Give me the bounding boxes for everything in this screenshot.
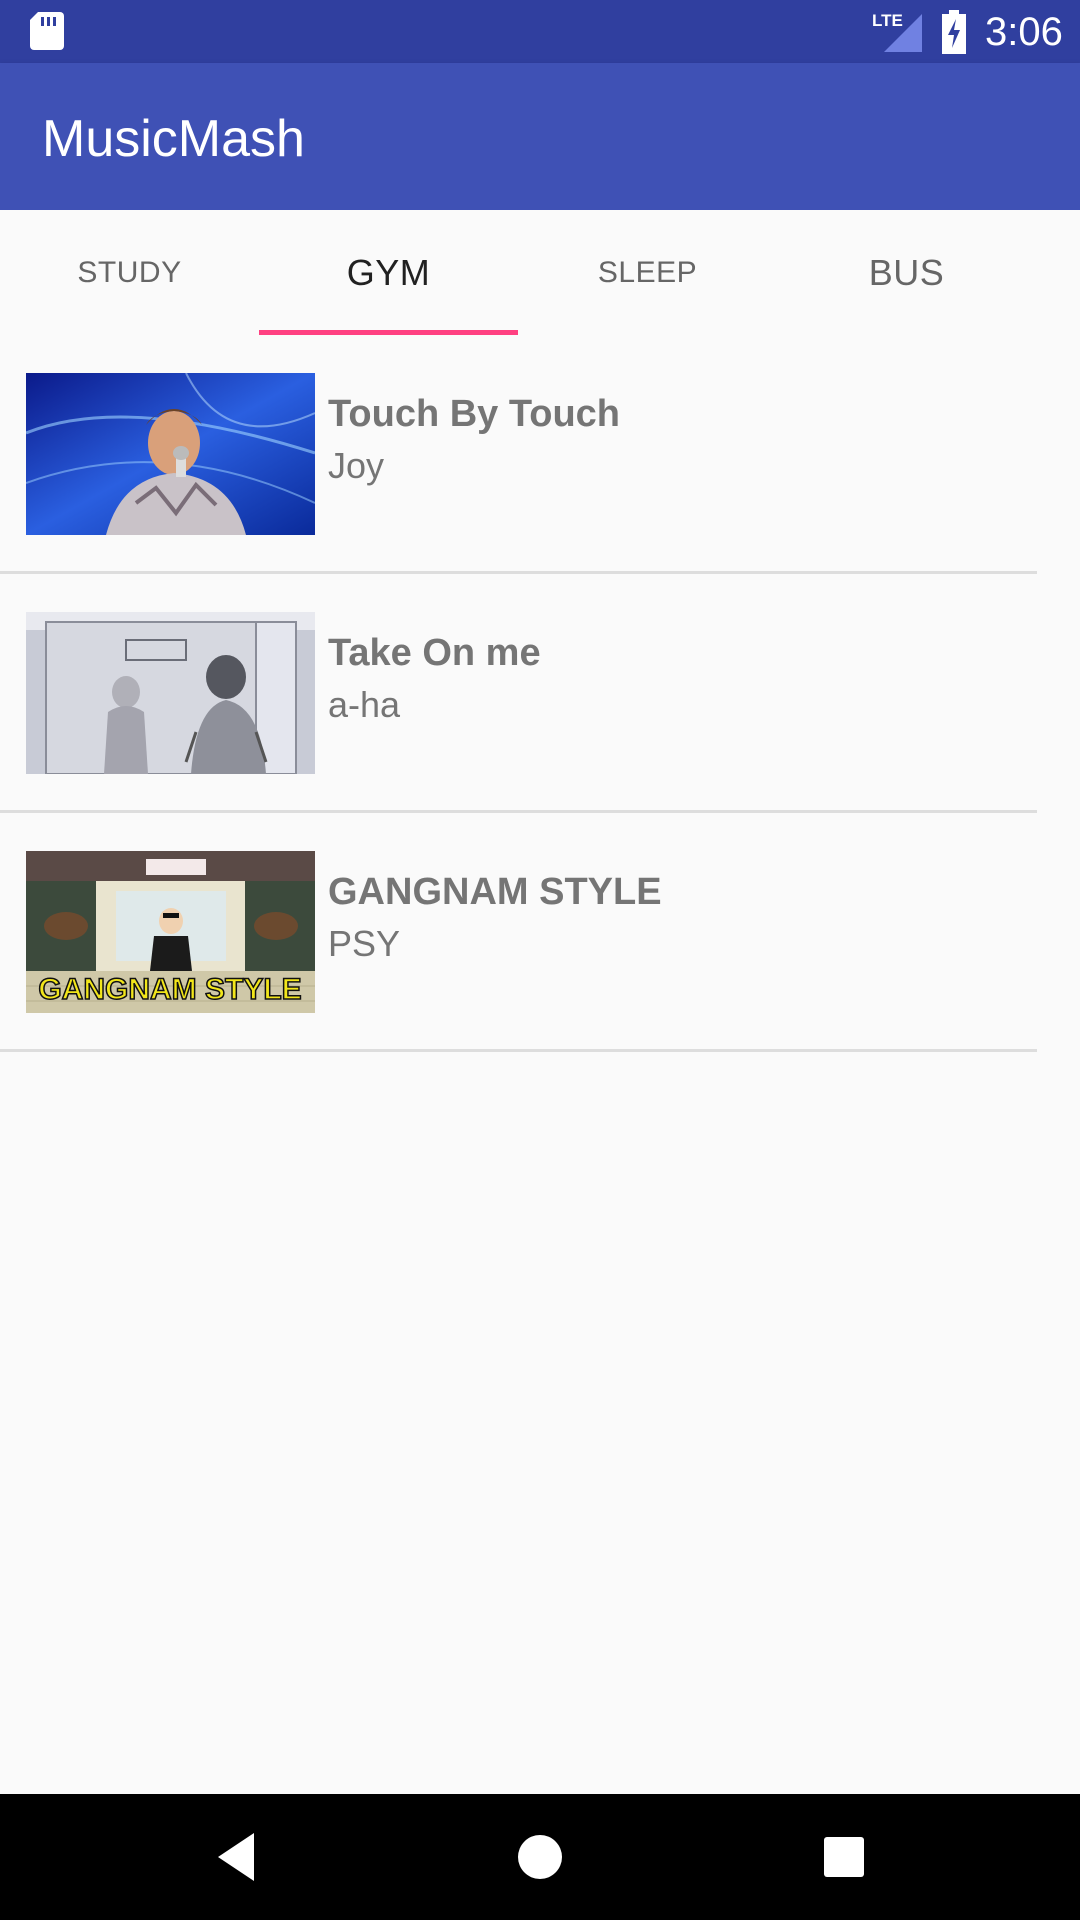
- gangnam-banner-text: GANGNAM STYLE: [38, 973, 301, 1006]
- lte-signal-icon: LTE: [872, 11, 922, 52]
- tab-label: SLEEP: [597, 255, 698, 289]
- song-title: GANGNAM STYLE: [328, 871, 662, 913]
- song-title: Take On me: [328, 632, 541, 674]
- status-bar: LTE 3:06: [0, 0, 1080, 63]
- tab-study[interactable]: STUDY: [0, 210, 259, 335]
- tab-bar: STUDY GYM SLEEP BUS: [0, 210, 1080, 335]
- status-time: 3:06: [985, 10, 1063, 54]
- tab-label: STUDY: [77, 255, 182, 289]
- app-title: MusicMash: [42, 110, 305, 168]
- list-item[interactable]: Touch By Touch Joy: [0, 335, 1037, 574]
- video-thumbnail: GANGNAM STYLE: [26, 851, 315, 1013]
- recents-icon[interactable]: [814, 1827, 874, 1887]
- song-artist: PSY: [328, 923, 401, 964]
- tab-gym[interactable]: GYM: [259, 210, 518, 335]
- list-item[interactable]: GANGNAM STYLE GANGNAM STYLE PSY: [0, 813, 1037, 1052]
- song-artist: a-ha: [328, 684, 401, 725]
- song-title: Touch By Touch: [328, 393, 621, 435]
- app-bar: MusicMash: [0, 63, 1080, 210]
- tab-label: GYM: [346, 251, 431, 293]
- list-item[interactable]: Take On me a-ha: [0, 574, 1037, 813]
- tab-bus[interactable]: BUS: [777, 210, 1036, 335]
- navigation-bar: [0, 1794, 1080, 1920]
- divider: [0, 1049, 1037, 1052]
- tab-label: BUS: [868, 251, 945, 293]
- battery-charging-icon: [942, 10, 966, 54]
- back-icon[interactable]: [206, 1827, 266, 1887]
- video-thumbnail: [26, 373, 315, 535]
- song-artist: Joy: [328, 445, 385, 486]
- video-thumbnail: [26, 612, 315, 774]
- tab-sleep[interactable]: SLEEP: [518, 210, 777, 335]
- home-icon[interactable]: [510, 1827, 570, 1887]
- lte-label: LTE: [872, 11, 903, 30]
- sd-card-icon: [30, 12, 64, 50]
